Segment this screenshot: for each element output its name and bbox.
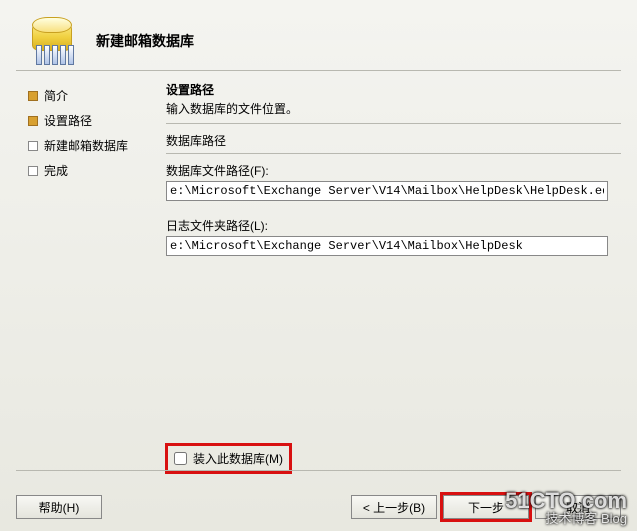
step-intro: 简介	[28, 83, 148, 108]
section-subtitle: 输入数据库的文件位置。	[166, 100, 621, 117]
db-path-label: 数据库文件路径(F):	[166, 162, 621, 179]
wizard-window: 新建邮箱数据库 简介 设置路径 新建邮箱数据库 完成 设置路径 输入数据库	[0, 0, 637, 531]
step-label: 简介	[44, 87, 68, 104]
wizard-header: 新建邮箱数据库	[0, 0, 637, 70]
wizard-sidebar: 简介 设置路径 新建邮箱数据库 完成	[28, 77, 148, 441]
step-label: 设置路径	[44, 112, 92, 129]
next-button-highlight: 下一步	[443, 495, 529, 519]
mount-db-checkbox[interactable]	[174, 452, 187, 465]
step-bullet-icon	[28, 91, 38, 101]
cancel-button[interactable]: 取消	[535, 495, 621, 519]
group-title: 数据库路径	[166, 132, 621, 149]
footer-divider	[16, 470, 621, 471]
step-finish: 完成	[28, 158, 148, 183]
wizard-title: 新建邮箱数据库	[96, 31, 194, 51]
step-bullet-icon	[28, 116, 38, 126]
log-path-input[interactable]	[166, 236, 608, 256]
db-path-input[interactable]	[166, 181, 608, 201]
step-set-path: 设置路径	[28, 108, 148, 133]
section-title: 设置路径	[166, 81, 621, 98]
log-path-label: 日志文件夹路径(L):	[166, 217, 621, 234]
step-label: 完成	[44, 162, 68, 179]
wizard-footer: 帮助(H) < 上一步(B) 下一步 取消	[0, 495, 637, 519]
group-divider	[166, 153, 621, 154]
step-bullet-icon	[28, 166, 38, 176]
help-button[interactable]: 帮助(H)	[16, 495, 102, 519]
next-button[interactable]: 下一步	[443, 495, 529, 519]
section-divider	[166, 123, 621, 124]
wizard-main: 设置路径 输入数据库的文件位置。 数据库路径 数据库文件路径(F): 日志文件夹…	[166, 77, 621, 441]
step-label: 新建邮箱数据库	[44, 137, 128, 154]
back-button[interactable]: < 上一步(B)	[351, 495, 437, 519]
mount-db-label: 装入此数据库(M)	[193, 450, 283, 467]
step-create-db: 新建邮箱数据库	[28, 133, 148, 158]
database-icon	[30, 17, 78, 65]
mount-db-row: 装入此数据库(M)	[168, 446, 289, 471]
step-bullet-icon	[28, 141, 38, 151]
